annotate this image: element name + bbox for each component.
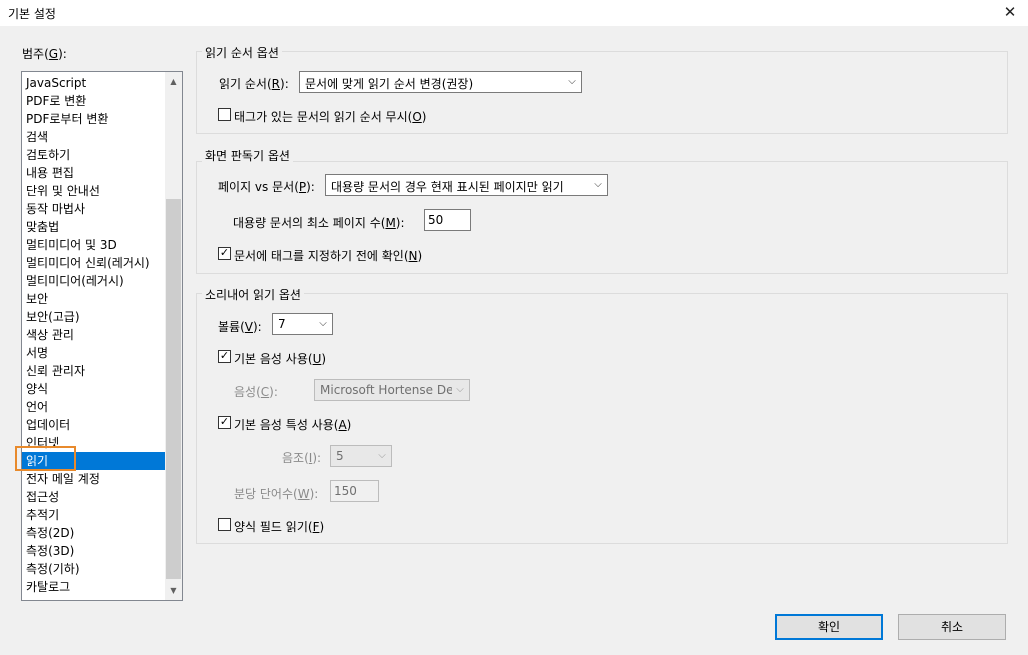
category-list[interactable]: JavaScript PDF로 변환 PDF로부터 변환 검색 검토하기 내용 편집 단위 … [21,71,183,601]
pitch-label: 음조(I): [282,451,322,465]
wpm-input[interactable]: 150 [330,480,379,502]
category-item[interactable]: PDF로부터 변환 [22,110,166,128]
volume-value: 7 [278,317,286,331]
voice-value: Microsoft Hortense Deskt [320,383,452,397]
default-voice-label[interactable]: 기본 음성 사용(U) [234,350,326,367]
category-item[interactable]: 접근성 [22,488,166,506]
category-item[interactable]: 멀티미디어(레거시) [22,272,166,290]
check-icon: ✓ [219,246,230,259]
chevron-down-icon: ⌵ [319,318,327,329]
category-item[interactable]: 검토하기 [22,146,166,164]
category-scrollbar[interactable]: ▲ ▼ [165,72,182,600]
category-item[interactable]: 신뢰 관리자 [22,362,166,380]
reading-order-group-title: 읽기 순서 옵션 [202,44,282,61]
chevron-down-icon: ⌵ [378,450,386,461]
selection-highlight-box [15,446,76,471]
wpm-label: 분당 단어수(W): [234,487,319,501]
scroll-thumb[interactable] [166,199,181,579]
reading-order-combo[interactable]: 문서에 맞게 읽기 순서 변경(권장) ⌵ [299,71,582,93]
category-label: 범주(G): [22,47,67,61]
ok-button[interactable]: 확인 [775,614,883,640]
category-items: JavaScript PDF로 변환 PDF로부터 변환 검색 검토하기 내용 편집 단위 … [22,74,166,596]
pitch-value: 5 [336,449,344,463]
category-item[interactable]: 카탈로그 [22,578,166,596]
close-icon[interactable]: ✕ [1000,2,1020,22]
category-item[interactable]: 측정(2D) [22,524,166,542]
read-form-fields-checkbox[interactable] [218,518,231,531]
voice-label: 음성(C): [234,385,278,399]
category-item[interactable]: 동작 마법사 [22,200,166,218]
category-item[interactable]: 서명 [22,344,166,362]
category-item[interactable]: 맞춤법 [22,218,166,236]
min-pages-value: 50 [428,213,444,227]
default-voice-props-checkbox[interactable]: ✓ [218,415,231,429]
category-item[interactable]: 전자 메일 계정 [22,470,166,488]
min-pages-input[interactable]: 50 [424,209,471,231]
category-item[interactable]: 보안 [22,290,166,308]
chevron-down-icon: ⌵ [594,179,602,190]
category-item[interactable]: 내용 편집 [22,164,166,182]
read-form-fields-label[interactable]: 양식 필드 읽기(F) [234,518,324,535]
category-item[interactable]: 단위 및 안내선 [22,182,166,200]
category-item[interactable]: 색상 관리 [22,326,166,344]
category-item[interactable]: 양식 [22,380,166,398]
default-voice-props-label[interactable]: 기본 음성 특성 사용(A) [234,416,351,433]
volume-label: 볼륨(V): [218,320,262,334]
category-item[interactable]: 멀티미디어 및 3D [22,236,166,254]
pages-vs-document-combo[interactable]: 대용량 문서의 경우 현재 표시된 페이지만 읽기 ⌵ [325,174,608,196]
category-item[interactable]: 멀티미디어 신뢰(레거시) [22,254,166,272]
category-item[interactable]: PDF로 변환 [22,92,166,110]
category-item[interactable]: 측정(3D) [22,542,166,560]
category-item[interactable]: 언어 [22,398,166,416]
scroll-up-icon[interactable]: ▲ [165,73,182,90]
window-title: 기본 설정 [8,7,56,21]
cancel-button[interactable]: 취소 [898,614,1006,640]
category-item[interactable]: 측정(기하) [22,560,166,578]
min-pages-label: 대용량 문서의 최소 페이지 수(M): [233,216,405,230]
pages-vs-document-value: 대용량 문서의 경우 현재 표시된 페이지만 읽기 [331,180,564,194]
reading-order-label: 읽기 순서(R): [219,77,289,91]
reading-order-value: 문서에 맞게 읽기 순서 변경(권장) [305,77,474,91]
category-item[interactable]: 업데이터 [22,416,166,434]
confirm-tagging-checkbox[interactable]: ✓ [218,246,231,260]
category-item[interactable]: JavaScript [22,74,166,92]
default-voice-checkbox[interactable]: ✓ [218,349,231,363]
scroll-down-icon[interactable]: ▼ [165,582,182,599]
category-item[interactable]: 검색 [22,128,166,146]
read-aloud-group-title: 소리내어 읽기 옵션 [202,286,304,303]
ignore-tagged-label[interactable]: 태그가 있는 문서의 읽기 순서 무시(O) [234,108,426,125]
confirm-tagging-label[interactable]: 문서에 태그를 지정하기 전에 확인(N) [234,247,422,264]
wpm-value: 150 [334,484,357,498]
pitch-combo[interactable]: 5 ⌵ [330,445,392,467]
category-item[interactable]: 추적기 [22,506,166,524]
category-item[interactable]: 보안(고급) [22,308,166,326]
ignore-tagged-checkbox[interactable] [218,108,231,121]
check-icon: ✓ [219,349,230,362]
volume-combo[interactable]: 7 ⌵ [272,313,333,335]
pages-vs-document-label: 페이지 vs 문서(P): [218,180,315,194]
title-bar: 기본 설정 ✕ [0,0,1028,26]
voice-combo[interactable]: Microsoft Hortense Deskt ⌵ [314,379,470,401]
chevron-down-icon: ⌵ [456,384,464,395]
chevron-down-icon: ⌵ [568,76,576,87]
screen-reader-group-title: 화면 판독기 옵션 [202,147,293,164]
check-icon: ✓ [219,415,230,428]
